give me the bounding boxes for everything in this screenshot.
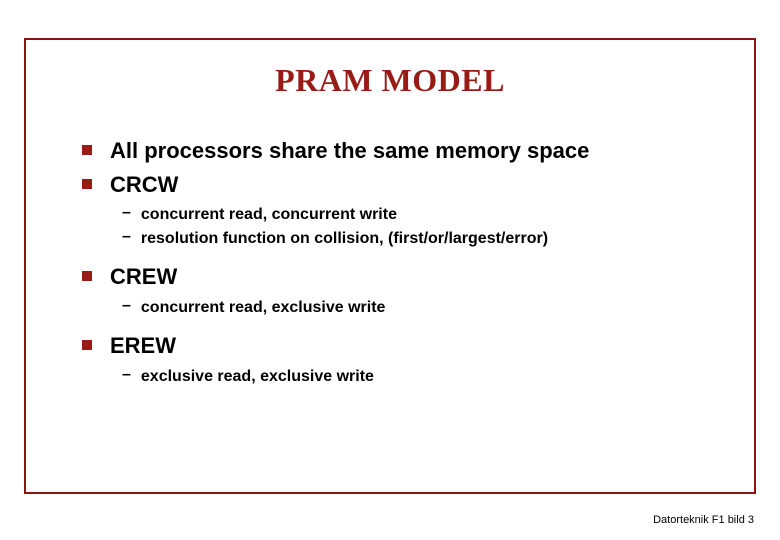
dash-icon: – bbox=[122, 297, 131, 315]
sub-bullet-group: – exclusive read, exclusive write bbox=[122, 366, 724, 388]
sub-bullet-text: concurrent read, concurrent write bbox=[141, 204, 397, 226]
bullet-item: CREW bbox=[82, 263, 724, 291]
sub-bullet-group: – concurrent read, exclusive write bbox=[122, 297, 724, 319]
bullet-item: EREW bbox=[82, 332, 724, 360]
dash-icon: – bbox=[122, 204, 131, 222]
slide-frame: PRAM MODEL All processors share the same… bbox=[24, 38, 756, 494]
sub-bullet-item: – concurrent read, concurrent write bbox=[122, 204, 724, 226]
sub-bullet-item: – concurrent read, exclusive write bbox=[122, 297, 724, 319]
bullet-text: All processors share the same memory spa… bbox=[110, 137, 589, 165]
square-bullet-icon bbox=[82, 340, 92, 350]
bullet-text: CREW bbox=[110, 263, 177, 291]
sub-bullet-text: concurrent read, exclusive write bbox=[141, 297, 386, 319]
bullet-item: CRCW bbox=[82, 171, 724, 199]
bullet-text: EREW bbox=[110, 332, 176, 360]
sub-bullet-item: – resolution function on collision, (fir… bbox=[122, 228, 724, 250]
square-bullet-icon bbox=[82, 145, 92, 155]
bullet-text: CRCW bbox=[110, 171, 178, 199]
bullet-item: All processors share the same memory spa… bbox=[82, 137, 724, 165]
square-bullet-icon bbox=[82, 271, 92, 281]
sub-bullet-item: – exclusive read, exclusive write bbox=[122, 366, 724, 388]
square-bullet-icon bbox=[82, 179, 92, 189]
slide-footer: Datorteknik F1 bild 3 bbox=[653, 514, 754, 526]
sub-bullet-group: – concurrent read, concurrent write – re… bbox=[122, 204, 724, 249]
dash-icon: – bbox=[122, 228, 131, 246]
dash-icon: – bbox=[122, 366, 131, 384]
slide-content: All processors share the same memory spa… bbox=[82, 137, 724, 387]
sub-bullet-text: resolution function on collision, (first… bbox=[141, 228, 548, 250]
slide-title: PRAM MODEL bbox=[26, 62, 754, 99]
sub-bullet-text: exclusive read, exclusive write bbox=[141, 366, 374, 388]
